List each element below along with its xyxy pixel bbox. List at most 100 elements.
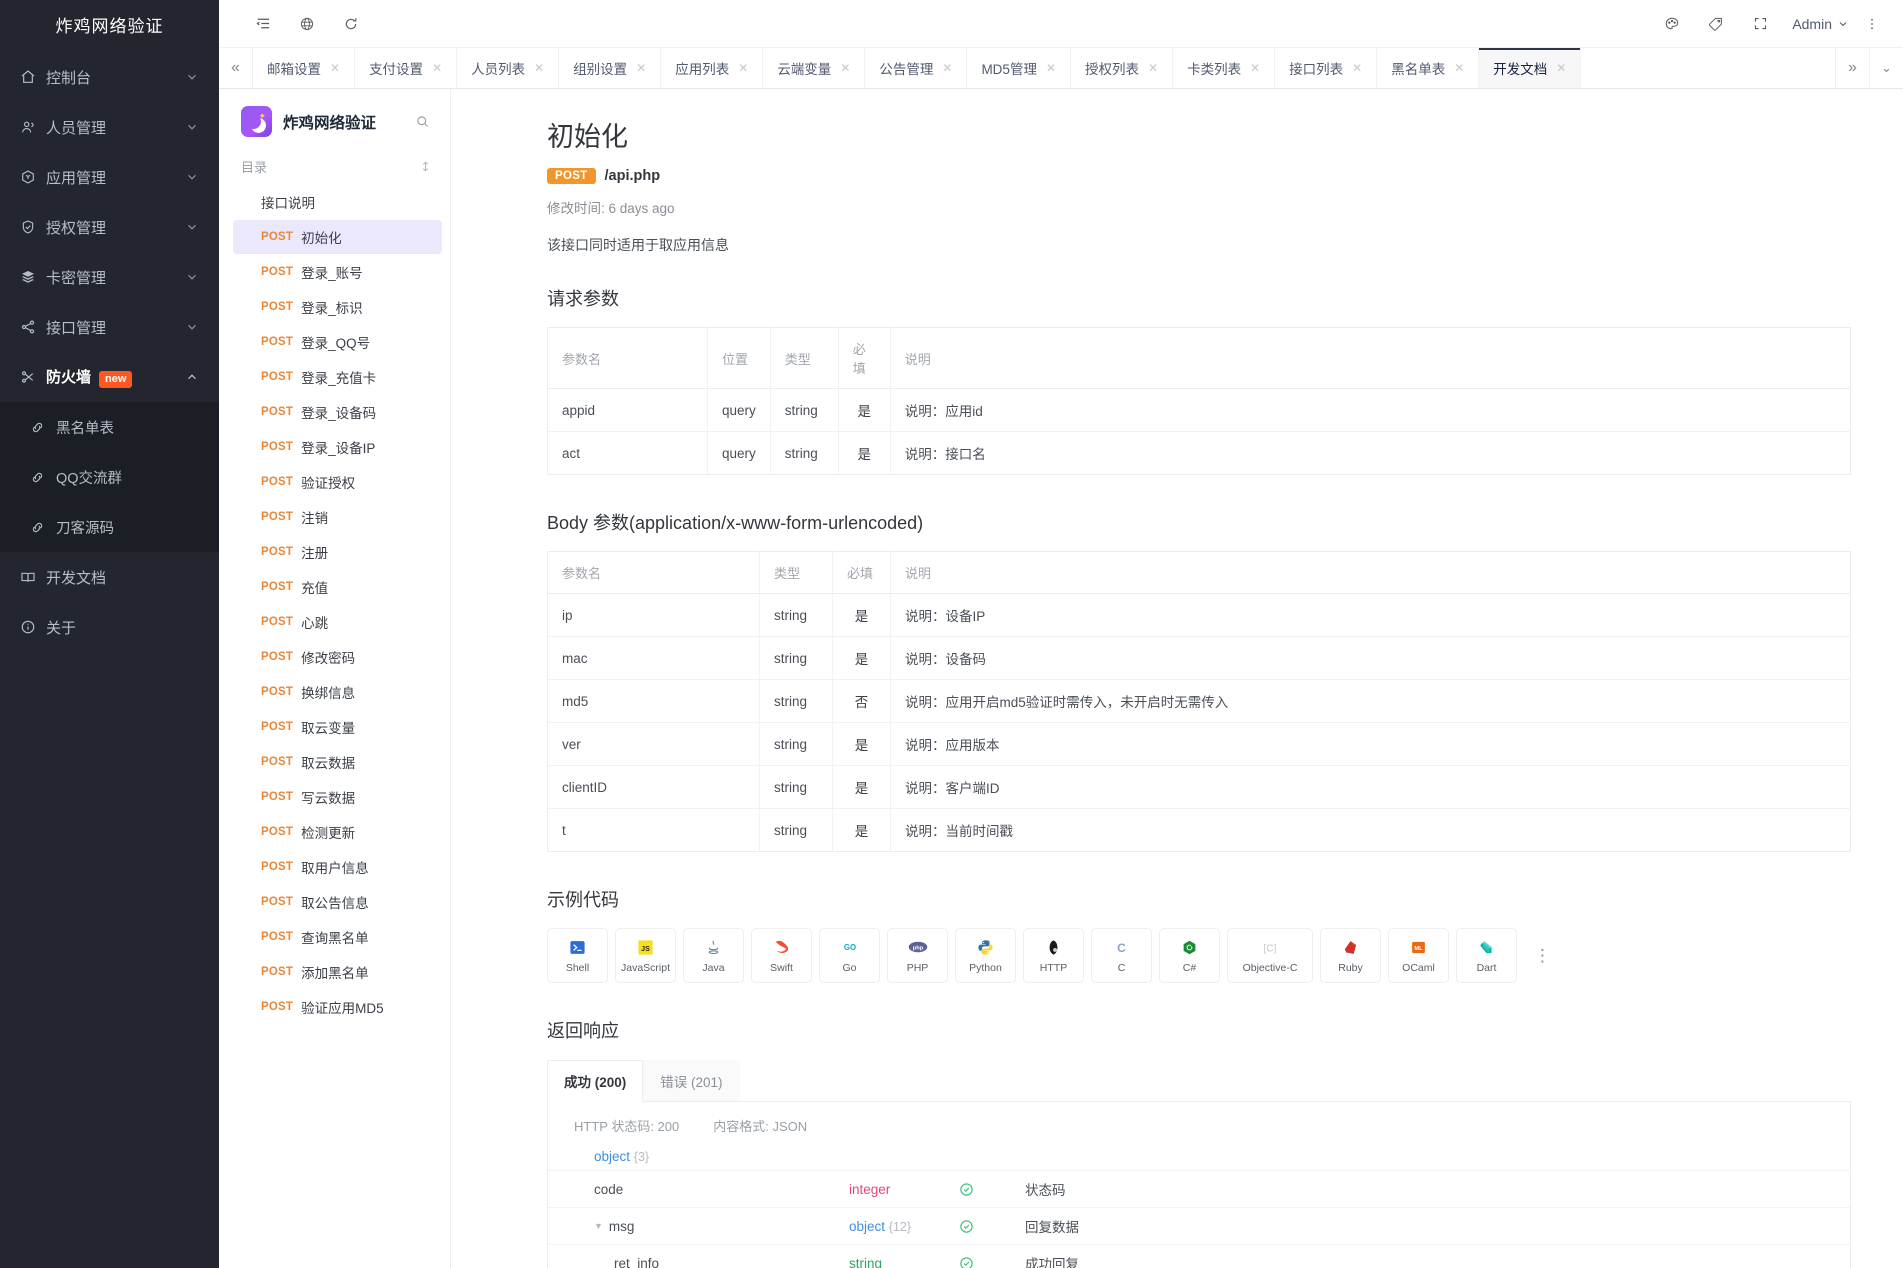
lang-go[interactable]: GO Go bbox=[819, 928, 880, 983]
sidebar-item-interface[interactable]: 接口管理 bbox=[0, 302, 219, 352]
close-icon[interactable]: ✕ bbox=[1046, 61, 1056, 75]
tab-dev-docs[interactable]: 开发文档✕ bbox=[1479, 48, 1581, 88]
doc-item-get-cloud-data[interactable]: POST取云数据 bbox=[233, 745, 442, 779]
tab-response-success[interactable]: 成功 (200) bbox=[547, 1060, 643, 1102]
doc-item-login-account[interactable]: POST登录_账号 bbox=[233, 255, 442, 289]
tab-authorization-list[interactable]: 授权列表✕ bbox=[1071, 48, 1173, 88]
user-menu[interactable]: Admin bbox=[1782, 16, 1859, 32]
svg-text:GO: GO bbox=[843, 943, 855, 952]
chevron-double-right-icon[interactable]: » bbox=[1835, 48, 1869, 88]
tab-group-settings[interactable]: 组别设置✕ bbox=[559, 48, 661, 88]
lang-javascript[interactable]: JS JavaScript bbox=[615, 928, 676, 983]
menu-fold-icon[interactable] bbox=[241, 0, 285, 48]
sidebar-item-about[interactable]: 关于 bbox=[0, 602, 219, 652]
lang-php[interactable]: php PHP bbox=[887, 928, 948, 983]
doc-item-login-device-ip[interactable]: POST登录_设备IP bbox=[233, 430, 442, 464]
close-icon[interactable]: ✕ bbox=[1148, 61, 1158, 75]
lang-ruby[interactable]: Ruby bbox=[1320, 928, 1381, 983]
globe-icon[interactable] bbox=[285, 0, 329, 48]
tab-email-settings[interactable]: 邮箱设置✕ bbox=[253, 48, 355, 88]
close-icon[interactable]: ✕ bbox=[942, 61, 952, 75]
chevron-double-left-icon[interactable]: « bbox=[219, 48, 253, 88]
sidebar-item-blacklist[interactable]: 黑名单表 bbox=[0, 402, 219, 452]
close-icon[interactable]: ✕ bbox=[432, 61, 442, 75]
sidebar-item-application[interactable]: 应用管理 bbox=[0, 152, 219, 202]
doc-item-init[interactable]: POST初始化 bbox=[233, 220, 442, 254]
body-params-table: 参数名 类型 必填 说明 ip string 是 说明：设备IP bbox=[547, 551, 1851, 852]
tab-payment-settings[interactable]: 支付设置✕ bbox=[355, 48, 457, 88]
doc-item-login-identifier[interactable]: POST登录_标识 bbox=[233, 290, 442, 324]
doc-item-verify-app-md5[interactable]: POST验证应用MD5 bbox=[233, 990, 442, 1024]
doc-item-recharge[interactable]: POST充值 bbox=[233, 570, 442, 604]
doc-item-query-blacklist[interactable]: POST查询黑名单 bbox=[233, 920, 442, 954]
tab-cloud-variables[interactable]: 云端变量✕ bbox=[763, 48, 865, 88]
doc-item-logout[interactable]: POST注销 bbox=[233, 500, 442, 534]
sidebar-item-personnel[interactable]: 人员管理 bbox=[0, 102, 219, 152]
doc-item-register[interactable]: POST注册 bbox=[233, 535, 442, 569]
refresh-icon[interactable] bbox=[329, 0, 373, 48]
tab-card-type-list[interactable]: 卡类列表✕ bbox=[1173, 48, 1275, 88]
link-icon bbox=[30, 470, 56, 485]
close-icon[interactable]: ✕ bbox=[1454, 61, 1464, 75]
tab-interface-list[interactable]: 接口列表✕ bbox=[1275, 48, 1377, 88]
sidebar-item-dev-docs[interactable]: 开发文档 bbox=[0, 552, 219, 602]
theme-palette-icon[interactable] bbox=[1650, 0, 1694, 48]
close-icon[interactable]: ✕ bbox=[738, 61, 748, 75]
more-vertical-icon[interactable] bbox=[1859, 0, 1885, 48]
tab-dropdown-icon[interactable]: ⌄ bbox=[1869, 48, 1903, 88]
lang-swift[interactable]: Swift bbox=[751, 928, 812, 983]
sort-icon[interactable] bbox=[419, 160, 432, 173]
close-icon[interactable]: ✕ bbox=[1556, 61, 1566, 75]
lang-shell[interactable]: Shell bbox=[547, 928, 608, 983]
lang-csharp[interactable]: C# bbox=[1159, 928, 1220, 983]
lang-objective-c[interactable]: [C] Objective-C bbox=[1227, 928, 1313, 983]
tab-announcement-management[interactable]: 公告管理 ✕ bbox=[865, 48, 967, 88]
lang-http[interactable]: {;} HTTP bbox=[1023, 928, 1084, 983]
close-icon[interactable]: ✕ bbox=[840, 61, 850, 75]
doc-item-heartbeat[interactable]: POST心跳 bbox=[233, 605, 442, 639]
tab-label: 公告管理 bbox=[879, 58, 933, 78]
lang-ocaml[interactable]: ML OCaml bbox=[1388, 928, 1449, 983]
java-icon bbox=[705, 937, 722, 957]
doc-item-login-qq[interactable]: POST登录_QQ号 bbox=[233, 325, 442, 359]
sidebar-item-authorization[interactable]: 授权管理 bbox=[0, 202, 219, 252]
doc-item-check-update[interactable]: POST检测更新 bbox=[233, 815, 442, 849]
doc-item-rebind-info[interactable]: POST换绑信息 bbox=[233, 675, 442, 709]
doc-item-login-card[interactable]: POST登录_充值卡 bbox=[233, 360, 442, 394]
tab-personnel-list[interactable]: 人员列表✕ bbox=[457, 48, 559, 88]
sidebar-item-daoke-source[interactable]: 刀客源码 bbox=[0, 502, 219, 552]
tab-application-list[interactable]: 应用列表✕ bbox=[661, 48, 763, 88]
tag-icon[interactable] bbox=[1694, 0, 1738, 48]
lang-c[interactable]: C C bbox=[1091, 928, 1152, 983]
doc-item-interface-desc[interactable]: 接口说明 bbox=[233, 185, 442, 219]
close-icon[interactable]: ✕ bbox=[636, 61, 646, 75]
close-icon[interactable]: ✕ bbox=[1352, 61, 1362, 75]
sidebar-item-qq-group[interactable]: QQ交流群 bbox=[0, 452, 219, 502]
lang-java[interactable]: Java bbox=[683, 928, 744, 983]
doc-item-get-cloud-variable[interactable]: POST取云变量 bbox=[233, 710, 442, 744]
tab-md5-management[interactable]: MD5管理✕ bbox=[967, 48, 1071, 88]
search-icon[interactable] bbox=[415, 114, 434, 129]
sidebar-item-card-secret[interactable]: 卡密管理 bbox=[0, 252, 219, 302]
more-vertical-icon[interactable]: ⋮ bbox=[1524, 928, 1559, 966]
sidebar-item-console[interactable]: 控制台 bbox=[0, 52, 219, 102]
schema-row-msg: ▼msg object {12} 回复数据 bbox=[548, 1207, 1850, 1244]
close-icon[interactable]: ✕ bbox=[330, 61, 340, 75]
doc-item-get-user-info[interactable]: POST取用户信息 bbox=[233, 850, 442, 884]
lang-dart[interactable]: Dart bbox=[1456, 928, 1517, 983]
close-icon[interactable]: ✕ bbox=[1250, 61, 1260, 75]
doc-item-verify-auth[interactable]: POST验证授权 bbox=[233, 465, 442, 499]
doc-item-change-password[interactable]: POST修改密码 bbox=[233, 640, 442, 674]
doc-item-login-device-code[interactable]: POST登录_设备码 bbox=[233, 395, 442, 429]
fullscreen-icon[interactable] bbox=[1738, 0, 1782, 48]
tab-response-error[interactable]: 错误 (201) bbox=[643, 1060, 739, 1101]
caret-down-icon[interactable]: ▼ bbox=[594, 1221, 603, 1231]
doc-content: 初始化 POST /api.php 修改时间: 6 days ago 该接口同时… bbox=[451, 89, 1903, 1268]
lang-python[interactable]: Python bbox=[955, 928, 1016, 983]
close-icon[interactable]: ✕ bbox=[534, 61, 544, 75]
tab-blacklist[interactable]: 黑名单表✕ bbox=[1377, 48, 1479, 88]
doc-item-write-cloud-data[interactable]: POST写云数据 bbox=[233, 780, 442, 814]
doc-item-add-blacklist[interactable]: POST添加黑名单 bbox=[233, 955, 442, 989]
doc-item-get-announcement[interactable]: POST取公告信息 bbox=[233, 885, 442, 919]
sidebar-item-firewall[interactable]: 防火墙new bbox=[0, 352, 219, 402]
